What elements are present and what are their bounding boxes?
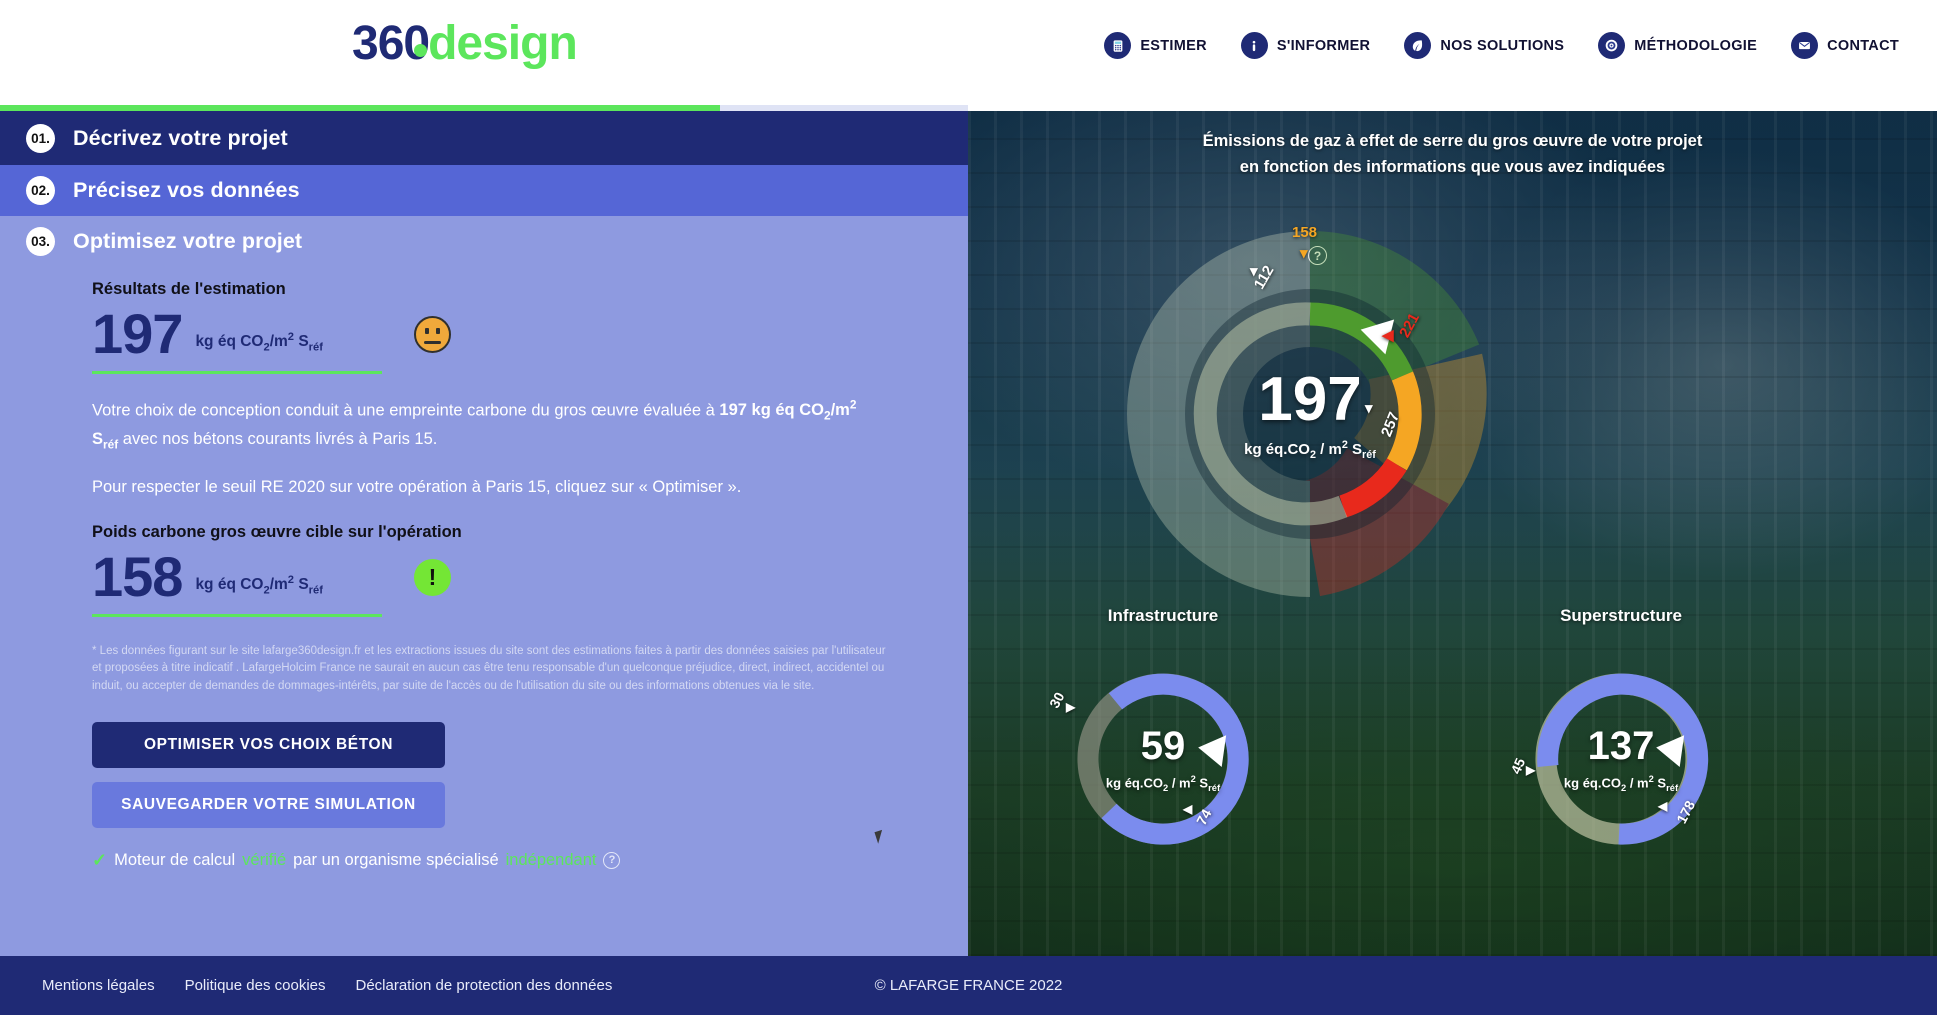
site-footer: Mentions légales Politique des cookies D… [0,956,1937,1015]
nav-item-methodologie[interactable]: MÉTHODOLOGIE [1598,32,1757,59]
step-item-1[interactable]: 01. Décrivez votre projet [0,111,968,165]
verified-text-part2: par un organisme spécialisé [293,850,499,869]
paragraph-1-text-b: avec nos bétons courants livrés à Paris … [118,429,438,448]
target-underline [92,613,382,617]
right-panel-title-line-1: Émissions de gaz à effet de serre du gro… [1202,132,1703,150]
nav-item-contact[interactable]: CONTACT [1791,32,1899,59]
nav-item-nos-solutions[interactable]: NOS SOLUTIONS [1404,32,1564,59]
main-gauge-center: 197 kg éq.CO2 / m2 Sréf [1060,365,1560,462]
site-header: 360 design ESTIMER S'INFORMER NOS SOLUTI… [0,0,1937,110]
target-result-block: 158 kg éq CO2/m2 Sréf ! [92,544,451,617]
estimation-underline [92,370,382,374]
footer-link-politique-cookies[interactable]: Politique des cookies [185,977,326,994]
calculator-icon [1104,32,1132,59]
verified-highlight-1: vérifié [242,850,287,869]
step-badge-2: 02. [26,176,55,205]
estimation-paragraph-2: Pour respecter le seuil RE 2020 sur votr… [92,478,742,497]
infrastructure-gauge-value: 59 [1140,724,1186,768]
logo-text-design: design [428,17,578,70]
help-icon-verified[interactable]: ? [603,851,621,869]
optimize-button[interactable]: OPTIMISER VOS CHOIX BÉTON [92,721,445,768]
infrastructure-gauge-unit: kg éq.CO2 / m2 Sréf [1105,774,1221,793]
logo[interactable]: 360 design [352,16,578,71]
step-badge-1: 01. [26,123,55,153]
right-panel: Émissions de gaz à effet de serre du gro… [968,111,1937,956]
estimation-paragraph-1: Votre choix de conception conduit à une … [92,396,877,455]
step-title-1: Décrivez votre projet [73,125,288,150]
results-content: Résultats de l'estimation 197 kg éq CO2/… [0,267,968,871]
left-panel: 01. Décrivez votre projet 02. Précisez v… [0,111,968,956]
target-value: 158 [92,544,183,608]
superstructure-gauge: Superstructure 137 kg éq.CO2 / m2 Sréf 4… [1486,606,1756,886]
estimation-value: 197 [92,302,183,365]
step-item-2[interactable]: 02. Précisez vos données [0,165,968,216]
nav-item-sinformer[interactable]: S'INFORMER [1240,32,1371,59]
neutral-face-mouth [424,341,441,344]
check-icon: ✓ [92,849,108,870]
nav-label-sinformer: S'INFORMER [1276,37,1371,54]
footer-copyright: © LAFARGE FRANCE 2022 [874,977,1063,994]
main-gauge-tick-158: 158 [1292,224,1318,241]
target-unit: kg éq CO2/m2 Sréf [195,574,323,597]
superstructure-gauge-center: 137 kg éq.CO2 / m2 Sréf [1486,726,1756,793]
legal-disclaimer: * Les données figurant sur le site lafar… [92,644,886,693]
save-simulation-button[interactable]: SAUVEGARDER VOTRE SIMULATION [92,781,445,828]
logo-dot-icon [414,44,428,57]
right-panel-title-line-2: en fonction des informations que vous av… [1239,157,1666,176]
infrastructure-gauge: Infrastructure 59 kg éq.CO2 / m2 Sréf 30… [1028,606,1298,886]
infrastructure-gauge-center: 59 kg éq.CO2 / m2 Sréf [1028,726,1298,793]
main-gauge: 197 kg éq.CO2 / m2 Sréf 112 ▾ 158 ▾ 221 … [1060,224,1560,599]
right-panel-title: Émissions de gaz à effet de serre du gro… [968,129,1937,180]
warning-icon: ! [414,558,451,596]
step-badge-3: 03. [26,227,55,256]
nav-label-methodologie: MÉTHODOLOGIE [1634,37,1758,54]
verified-text-part1: Moteur de calcul [114,850,236,869]
nav-label-estimer: ESTIMER [1140,37,1207,54]
main-gauge-value: 197 [1258,365,1362,434]
step-item-3[interactable]: 03. Optimisez votre projet [0,216,968,267]
main-gauge-unit: kg éq.CO2 / m2 Sréf [1244,439,1376,461]
leaf-icon [1404,32,1432,59]
main-navigation: ESTIMER S'INFORMER NOS SOLUTIONS MÉTHODO… [1104,32,1899,59]
verified-engine-note: ✓ Moteur de calcul vérifié par un organi… [92,850,968,871]
infrastructure-gauge-label: Infrastructure [1107,606,1219,625]
superstructure-gauge-label: Superstructure [1560,606,1682,625]
footer-link-protection-donnees[interactable]: Déclaration de protection des données [356,977,613,994]
footer-link-mentions-legales[interactable]: Mentions légales [42,977,155,994]
target-icon [1598,32,1626,59]
target-section-title: Poids carbone gros œuvre cible sur l'opé… [92,522,462,541]
estimation-result-block: 197 kg éq CO2/m2 Sréf [92,302,451,374]
results-section-title: Résultats de l'estimation [92,280,286,298]
nav-label-nos-solutions: NOS SOLUTIONS [1440,37,1565,54]
info-icon [1240,32,1268,59]
paragraph-1-text-a: Votre choix de conception conduit à une … [92,401,720,420]
footer-links: Mentions légales Politique des cookies D… [42,977,612,994]
step-title-2: Précisez vos données [73,178,300,202]
neutral-face-icon [414,316,451,353]
verified-highlight-2: indépendant [505,850,597,869]
nav-item-estimer[interactable]: ESTIMER [1104,32,1207,59]
nav-label-contact: CONTACT [1827,37,1899,54]
envelope-icon [1791,32,1819,59]
step-title-3: Optimisez votre projet [73,229,303,253]
estimation-unit: kg éq CO2/m2 Sréf [195,331,323,354]
